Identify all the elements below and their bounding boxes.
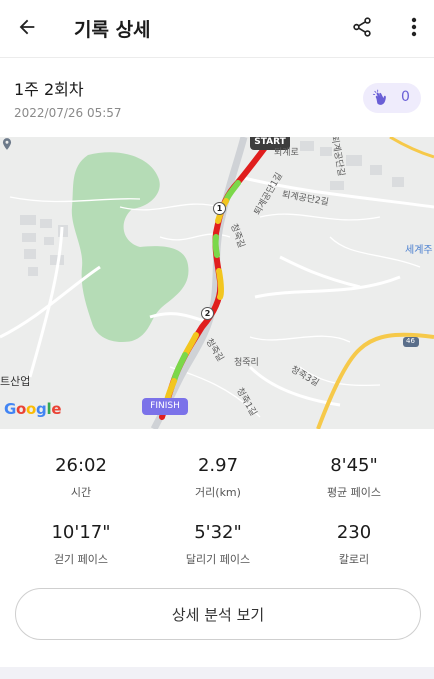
route-map[interactable]: START FINISH 1 2 청죽길 청죽길 청죽리 청죽3길 청죽1길 퇴… [0, 137, 434, 429]
bottom-band [0, 667, 434, 679]
stat-walk-pace-label: 걷기 페이스 [53, 553, 109, 566]
stat-avg-pace: 8'45" 평균 페이스 [289, 454, 419, 500]
map-label-poi: 트산업 [0, 375, 31, 388]
map-label-cheongjuk-ri: 청죽리 [234, 358, 259, 368]
location-pin-icon [2, 138, 12, 150]
km-marker-1: 1 [213, 202, 226, 215]
arrow-left-icon [19, 19, 35, 35]
stat-calories-label: 칼로리 [338, 553, 370, 566]
stat-run-pace: 5'32" 달리기 페이스 [153, 521, 283, 567]
highway-46 [316, 332, 434, 429]
stat-time: 26:02 시간 [16, 454, 146, 500]
stat-calories-value: 230 [336, 522, 372, 543]
map-label-route-46: 46 [406, 337, 415, 345]
map-canvas [0, 137, 434, 429]
finish-marker: FINISH [142, 398, 188, 415]
stat-distance: 2.97 거리(km) [153, 454, 283, 500]
map-label-world: 세계주 [405, 245, 433, 256]
stat-distance-value: 2.97 [197, 455, 239, 476]
km-marker-2: 2 [201, 307, 214, 320]
highway-top [389, 137, 434, 159]
stat-avg-pace-label: 평균 페이스 [326, 486, 382, 499]
stat-walk-pace-value: 10'17" [51, 522, 111, 543]
stat-walk-pace: 10'17" 걷기 페이스 [16, 521, 146, 567]
stat-calories: 230 칼로리 [289, 521, 419, 567]
stat-avg-pace-value: 8'45" [330, 455, 378, 476]
record-datetime: 2022/07/26 05:57 [14, 106, 122, 120]
more-options-button[interactable] [400, 11, 428, 43]
page-title: 기록 상세 [74, 19, 151, 41]
stat-time-label: 시간 [70, 486, 92, 499]
map-label-toegye-ro: 퇴계로 [274, 148, 299, 158]
clap-hands-icon [372, 89, 386, 105]
detail-analysis-button[interactable]: 상세 분석 보기 [15, 588, 421, 640]
stat-run-pace-value: 5'32" [194, 522, 242, 543]
stat-distance-label: 거리(km) [195, 486, 241, 499]
app-bar: 기록 상세 [0, 0, 434, 56]
like-count: 0 [401, 89, 410, 105]
record-title: 1주 2회차 [14, 80, 84, 99]
share-button[interactable] [346, 11, 378, 43]
stat-time-value: 26:02 [55, 455, 107, 476]
like-button[interactable]: 0 [363, 83, 421, 113]
more-vertical-icon [411, 17, 417, 37]
back-button[interactable] [10, 10, 44, 44]
stat-run-pace-label: 달리기 페이스 [185, 553, 251, 566]
google-logo: Google [4, 400, 62, 418]
share-icon [353, 17, 371, 37]
header-divider [0, 57, 434, 58]
